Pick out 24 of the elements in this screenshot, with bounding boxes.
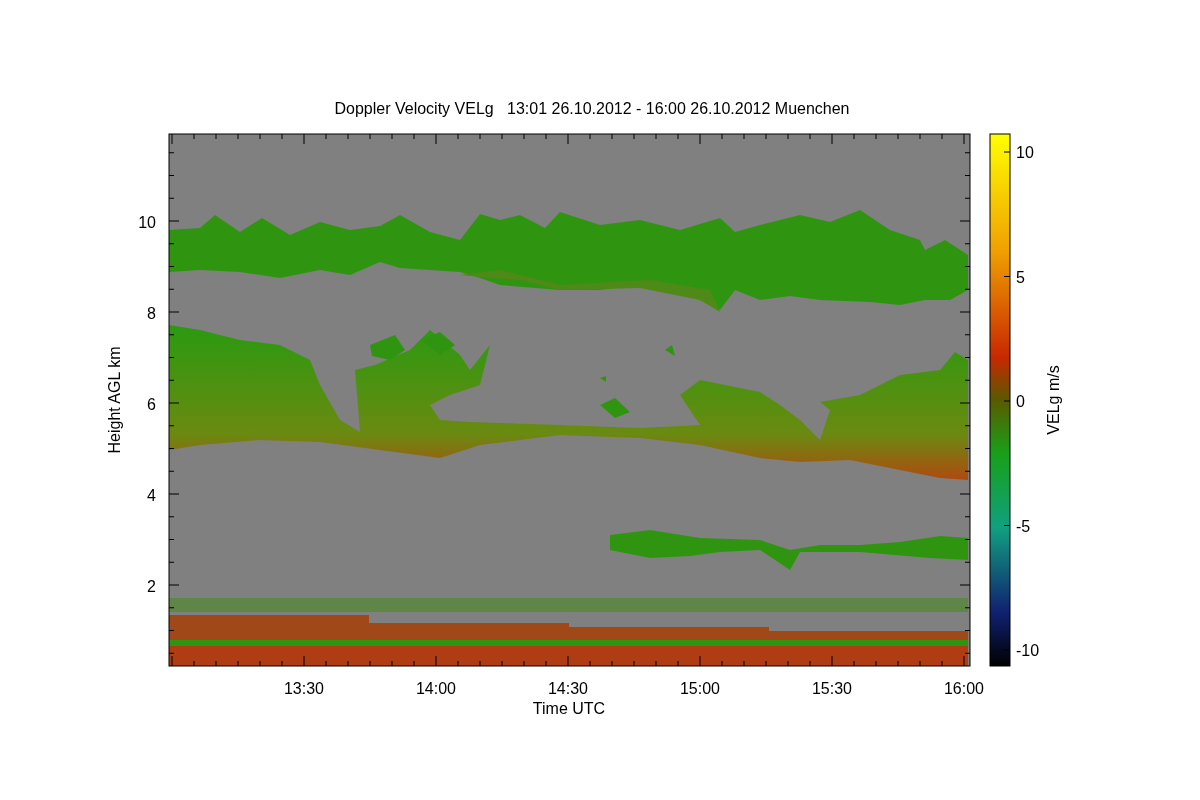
- x-tick-label: 15:00: [680, 680, 720, 697]
- colorbar-tick: [1003, 151, 1011, 153]
- y-tick-label: 8: [147, 305, 156, 322]
- y-tick-label: 4: [147, 487, 156, 504]
- colorbar-tick: [1003, 400, 1011, 402]
- colorbar-tick: [1003, 276, 1011, 277]
- y-axis-label: Height AGL km: [106, 346, 123, 454]
- y-tick-label: 2: [147, 578, 156, 595]
- colorbar-tick-label: -5: [1016, 517, 1031, 535]
- colorbar-tick-label: 0: [1016, 393, 1025, 410]
- colorbar-tick-label: -10: [1016, 642, 1040, 659]
- y-tick-label: 6: [147, 396, 156, 413]
- colorbar-tick: [1003, 525, 1011, 526]
- colorbar-tick-label: 10: [1016, 144, 1034, 161]
- x-tick-label: 14:00: [416, 680, 456, 697]
- chart-title: Doppler Velocity VELg 13:01 26.10.2012 - 16:00 26.10.2012 Muenchen: [334, 100, 850, 117]
- y-tick-label: 10: [138, 214, 156, 231]
- x-axis-label: Time UTC: [532, 700, 606, 717]
- colorbar-tick-label: 5: [1016, 268, 1025, 286]
- x-tick-label: 15:30: [812, 680, 852, 697]
- x-tick-label: 13:30: [284, 680, 324, 697]
- x-tick-label: 14:30: [548, 680, 588, 697]
- colorbar-label: VELg m/s: [1045, 365, 1062, 435]
- x-tick-label: 16:00: [944, 680, 984, 697]
